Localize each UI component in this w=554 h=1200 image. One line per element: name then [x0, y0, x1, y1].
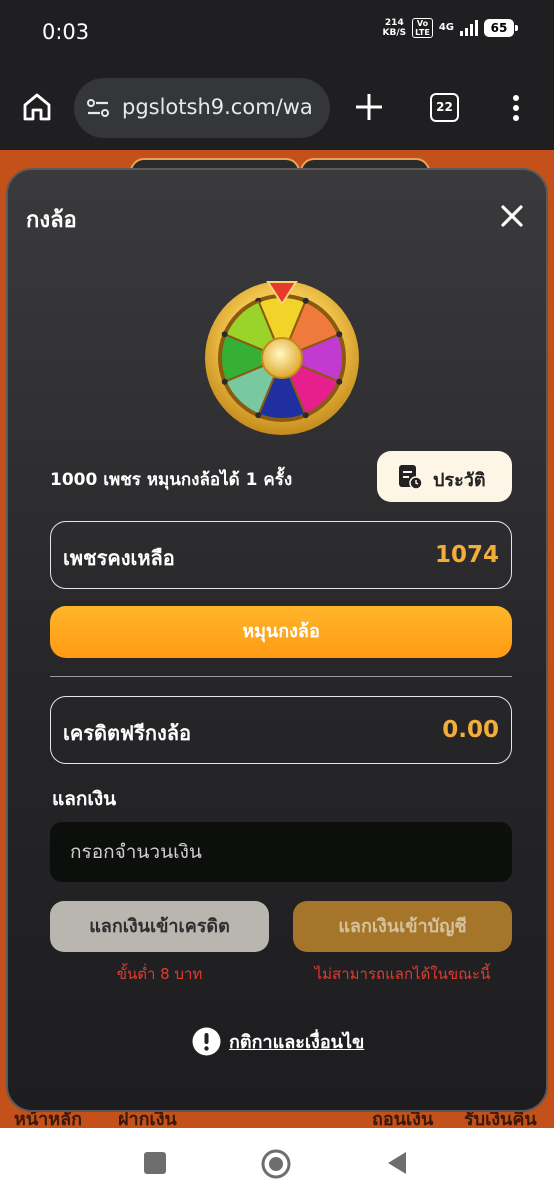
- signal-icon: [460, 20, 478, 36]
- address-bar[interactable]: pgslotsh9.com/wa: [74, 78, 330, 138]
- exchange-to-account-button[interactable]: แลกเงินเข้าบัญชี: [293, 901, 512, 952]
- wheel-peg: [302, 412, 309, 419]
- url-text: pgslotsh9.com/wa: [122, 95, 313, 119]
- home-icon[interactable]: [22, 92, 52, 122]
- exchange-to-credit-button[interactable]: แลกเงินเข้าเครดิต: [50, 901, 269, 952]
- spin-cost-info: 1000 เพชร หมุนกงล้อได้ 1 ครั้ง: [50, 470, 293, 490]
- wheel-peg: [302, 297, 309, 304]
- diamonds-label: เพชรคงเหลือ: [63, 546, 175, 570]
- spin-wheel-button[interactable]: หมุนกงล้อ: [50, 606, 512, 658]
- terms-link-row[interactable]: กติกาและเงื่อนไข: [192, 1026, 364, 1056]
- amount-input[interactable]: [50, 822, 512, 882]
- network-type: 4G: [438, 22, 454, 33]
- recent-apps-icon[interactable]: [144, 1152, 166, 1174]
- wheel-peg: [336, 331, 343, 338]
- terms-link[interactable]: กติกาและเงื่อนไข: [229, 1027, 364, 1056]
- back-icon[interactable]: [384, 1150, 410, 1176]
- free-credit-label: เครดิตฟรีกงล้อ: [63, 721, 191, 745]
- system-nav-bar: [0, 1128, 554, 1200]
- site-settings-icon[interactable]: [86, 98, 110, 118]
- divider: [50, 676, 512, 677]
- volte-icon: Vo LTE: [412, 18, 433, 38]
- wheel-peg: [221, 331, 228, 338]
- modal-title: กงล้อ: [26, 208, 77, 233]
- close-icon[interactable]: [498, 202, 526, 230]
- history-icon: [399, 465, 423, 490]
- status-indicators: 214 KB/S Vo LTE 4G 65: [383, 18, 518, 38]
- account-unavailable-note: ไม่สามารถแลกได้ในขณะนี้: [314, 965, 491, 983]
- home-circle-icon[interactable]: [260, 1148, 292, 1180]
- free-credit-balance: เครดิตฟรีกงล้อ 0.00: [50, 696, 512, 764]
- tab-switcher-button[interactable]: 22: [430, 93, 459, 122]
- wheel-peg: [221, 378, 228, 385]
- network-speed-value: 214: [384, 18, 404, 28]
- more-menu-icon[interactable]: [511, 94, 521, 122]
- volte-bottom: LTE: [415, 28, 430, 37]
- new-tab-icon[interactable]: [352, 90, 386, 124]
- exchange-label: แลกเงิน: [52, 788, 117, 810]
- status-time: 0:03: [42, 20, 90, 44]
- wheel-modal: กงล้อ 1000 เพชร หมุนกงล้อได้ 1 ครั้ง ประ…: [6, 168, 548, 1112]
- exclamation-icon: [192, 1027, 221, 1055]
- credit-minimum-note: ขั้นต่ำ 8 บาท: [116, 965, 203, 983]
- wheel-peg: [336, 378, 343, 385]
- network-speed-unit: KB/S: [382, 28, 407, 38]
- history-label: ประวัติ: [433, 470, 486, 491]
- prize-wheel-icon: [205, 281, 359, 435]
- history-button[interactable]: ประวัติ: [377, 451, 512, 502]
- status-bar: 0:03 214 KB/S Vo LTE 4G 65: [0, 0, 554, 66]
- wheel-peg: [255, 412, 262, 419]
- free-credit-value: 0.00: [442, 717, 499, 743]
- battery-icon: 65: [484, 19, 518, 37]
- network-speed: 214 KB/S: [383, 18, 407, 38]
- wheel-hub: [261, 337, 303, 379]
- browser-toolbar: pgslotsh9.com/wa 22: [0, 66, 554, 150]
- diamonds-balance: เพชรคงเหลือ 1074: [50, 521, 512, 589]
- diamonds-value: 1074: [434, 542, 499, 568]
- volte-top: Vo: [416, 19, 429, 28]
